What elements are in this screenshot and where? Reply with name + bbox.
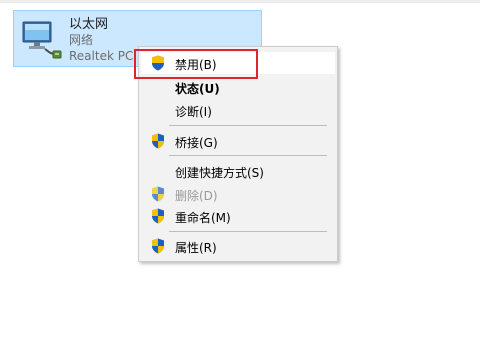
shield-icon [152,208,164,224]
shield-icon [152,133,164,149]
highlight-annotation-box [134,49,258,79]
shield-icon [152,186,164,202]
menu-item-properties[interactable]: 属性(R) [141,235,335,257]
top-strip [0,0,480,3]
menu-item-label: 诊断(I) [175,105,212,119]
menu-item-diagnose[interactable]: 诊断(I) [141,99,335,121]
menu-item-label: 删除(D) [175,189,218,203]
menu-separator [169,155,327,156]
menu-separator [169,231,327,232]
menu-item-label: 桥接(G) [175,136,218,150]
menu-item-rename[interactable]: 重命名(M) [141,205,335,227]
network-adapter-icon [22,21,62,59]
menu-item-label: 属性(R) [175,241,217,255]
adapter-status: 网络 [69,33,94,47]
shield-icon [152,238,164,254]
adapter-name: 以太网 [69,17,109,32]
menu-item-delete[interactable]: 删除(D) [141,183,335,205]
menu-item-status[interactable]: 状态(U) [141,76,335,98]
menu-item-create-shortcut[interactable]: 创建快捷方式(S) [141,160,335,182]
menu-item-bridge[interactable]: 桥接(G) [141,130,335,152]
menu-item-label: 状态(U) [175,82,220,96]
adapter-device: Realtek PC [69,49,134,63]
menu-separator [169,125,327,126]
menu-item-label: 创建快捷方式(S) [175,166,264,180]
menu-item-label: 重命名(M) [175,211,231,225]
